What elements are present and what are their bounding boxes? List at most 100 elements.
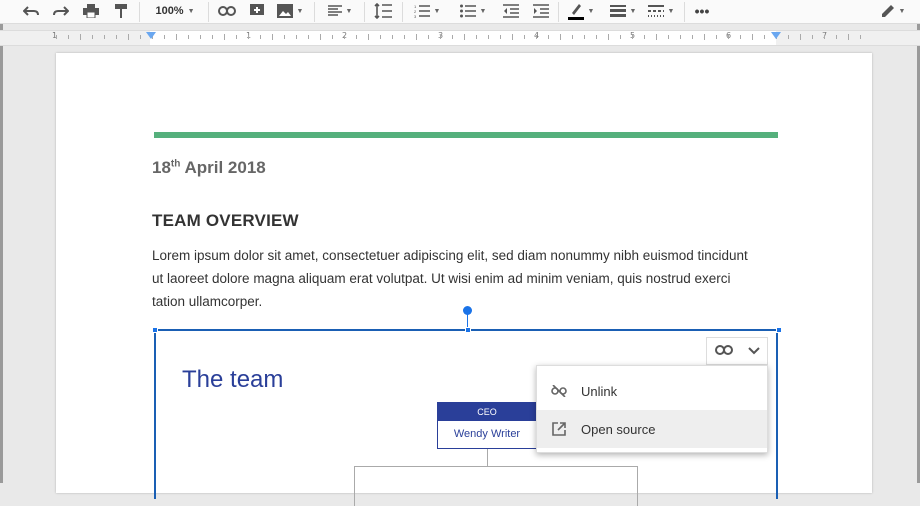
more-icon[interactable]: •••	[692, 0, 712, 22]
ruler-tick	[824, 35, 825, 39]
ruler-tick	[68, 35, 69, 39]
ruler-tick	[860, 35, 861, 39]
ruler-tick	[404, 35, 405, 39]
org-chart-connector	[487, 449, 488, 467]
ruler-tick	[116, 35, 117, 39]
ruler-tick	[368, 34, 369, 40]
insert-comment-icon[interactable]	[246, 0, 268, 22]
zoom-select[interactable]: 100% ▼	[146, 0, 204, 22]
ruler-tick	[752, 34, 753, 40]
ruler-tick	[248, 35, 249, 39]
ruler-tick	[440, 35, 441, 39]
increase-indent-icon[interactable]	[530, 0, 552, 22]
ruler-tick	[320, 34, 321, 40]
ruler-tick	[344, 35, 345, 39]
edit-mode-icon[interactable]: ▼	[876, 0, 910, 22]
ruler-tick	[236, 35, 237, 39]
ruler-tick	[428, 35, 429, 39]
ruler-tick	[524, 35, 525, 39]
date-suffix: th	[170, 158, 181, 170]
ruler-tick	[128, 34, 129, 40]
ruler-tick	[764, 35, 765, 39]
ruler-tick	[140, 35, 141, 39]
chevron-down-icon: ▼	[345, 7, 353, 15]
ruler-tick	[644, 35, 645, 39]
ruler-tick	[332, 35, 333, 39]
accent-divider	[154, 132, 778, 138]
resize-handle-top[interactable]	[465, 327, 471, 333]
ruler-tick	[80, 34, 81, 40]
chevron-down-icon: ▼	[433, 7, 441, 15]
redo-icon[interactable]	[50, 0, 72, 22]
link-icon[interactable]	[714, 342, 733, 360]
ruler-tick	[104, 35, 105, 39]
ruler-tick	[488, 35, 489, 39]
ruler-tick	[668, 35, 669, 39]
line-spacing-icon[interactable]	[372, 0, 394, 22]
ruler-tick	[380, 35, 381, 39]
ruler-tick	[848, 34, 849, 40]
ruler-tick	[56, 35, 57, 39]
ruler-tick	[620, 35, 621, 39]
chevron-down-icon: ▼	[667, 7, 675, 15]
chevron-down-icon: ▼	[296, 7, 304, 15]
chevron-down-icon: ▼	[479, 7, 487, 15]
chevron-down-icon: ▼	[629, 7, 637, 15]
ruler-tick	[464, 34, 465, 40]
slide-title: The team	[182, 366, 284, 393]
border-weight-icon[interactable]: ▼	[606, 0, 640, 22]
svg-text:3: 3	[414, 14, 417, 18]
print-icon[interactable]	[80, 0, 102, 22]
chevron-down-icon[interactable]	[747, 342, 760, 360]
bulleted-list-icon[interactable]: ▼	[456, 0, 490, 22]
left-indent-marker[interactable]	[146, 32, 156, 39]
align-icon[interactable]: ▼	[324, 0, 356, 22]
paint-format-icon[interactable]	[110, 0, 132, 22]
ruler-tick	[416, 34, 417, 40]
linked-object-chip[interactable]	[706, 337, 768, 365]
ruler-tick	[608, 34, 609, 40]
ruler-tick	[728, 35, 729, 39]
resize-handle-top-left[interactable]	[152, 327, 158, 333]
right-indent-marker[interactable]	[771, 32, 781, 39]
ruler-tick	[92, 35, 93, 39]
insert-image-icon[interactable]: ▼	[274, 0, 306, 22]
resize-handle-top-right[interactable]	[776, 327, 782, 333]
border-dash-icon[interactable]: ▼	[644, 0, 678, 22]
zoom-value: 100%	[155, 5, 184, 17]
ruler-tick	[356, 35, 357, 39]
unlink-icon	[537, 385, 581, 397]
ruler[interactable]: 1 1 2 3 4 5 6 7	[0, 30, 920, 46]
menu-item-open-source[interactable]: Open source	[537, 410, 767, 448]
ruler-tick	[596, 35, 597, 39]
ruler-tick	[188, 35, 189, 39]
ruler-tick	[200, 35, 201, 39]
date-rest: April 2018	[180, 158, 266, 177]
ruler-tick	[692, 35, 693, 39]
ruler-tick	[740, 35, 741, 39]
section-heading: TEAM OVERVIEW	[152, 211, 299, 230]
ruler-tick	[224, 34, 225, 40]
undo-icon[interactable]	[20, 0, 42, 22]
link-icon[interactable]	[216, 0, 238, 22]
date-line: 18th April 2018	[152, 158, 266, 178]
numbered-list-icon[interactable]: 123 ▼	[410, 0, 444, 22]
chevron-down-icon: ▼	[587, 7, 595, 15]
menu-item-unlink[interactable]: Unlink	[537, 372, 767, 410]
highlight-icon[interactable]: ▼	[564, 0, 598, 22]
ruler-tick	[656, 34, 657, 40]
ruler-tick	[788, 35, 789, 39]
window-edge-left	[0, 22, 3, 483]
chevron-down-icon: ▼	[898, 7, 906, 15]
date-day: 18	[152, 158, 171, 177]
ruler-page-area	[150, 31, 776, 45]
ruler-tick	[836, 35, 837, 39]
ruler-tick	[260, 35, 261, 39]
ruler-tick	[296, 35, 297, 39]
body-paragraph: Lorem ipsum dolor sit amet, consectetuer…	[152, 248, 748, 309]
ruler-tick	[272, 34, 273, 40]
ruler-tick	[452, 35, 453, 39]
ruler-tick	[560, 34, 561, 40]
ruler-tick	[500, 35, 501, 39]
decrease-indent-icon[interactable]	[500, 0, 522, 22]
